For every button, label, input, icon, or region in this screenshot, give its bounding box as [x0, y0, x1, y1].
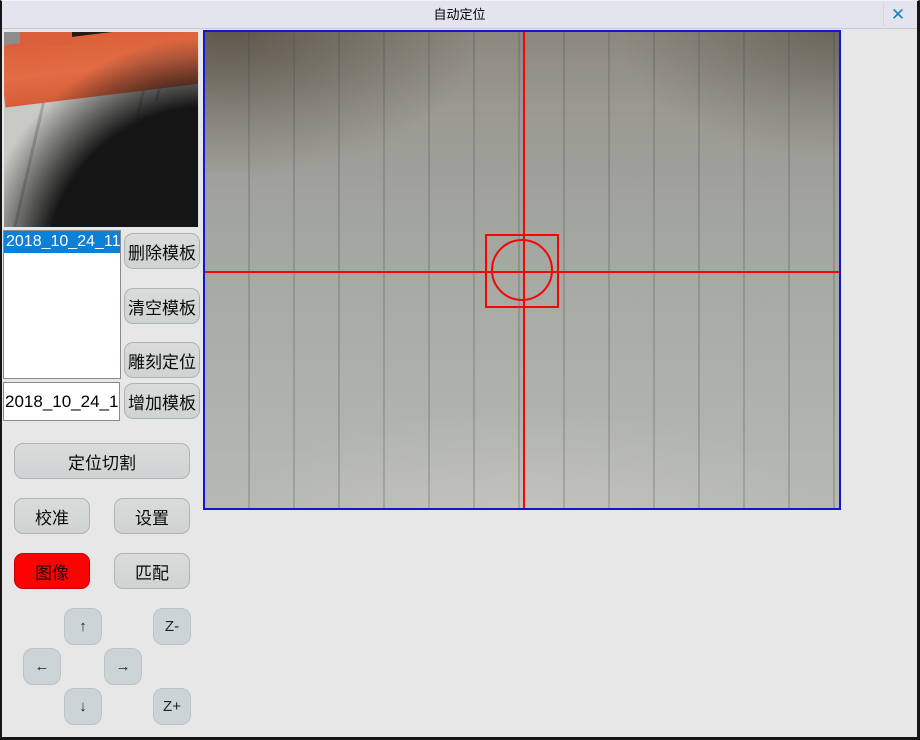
titlebar-divider	[883, 3, 884, 26]
z-plus-label: Z+	[163, 698, 181, 715]
camera-thumbnail	[4, 32, 199, 227]
z-plus-button[interactable]: Z+	[153, 688, 191, 725]
calibrate-button[interactable]: 校准	[14, 498, 90, 534]
match-region-circle	[491, 239, 553, 301]
titlebar: 自动定位 ✕	[2, 1, 917, 29]
arrow-up-icon: ↑	[79, 618, 87, 635]
close-button[interactable]: ✕	[885, 3, 911, 27]
jog-right-button[interactable]: →	[104, 648, 142, 685]
template-list[interactable]: 2018_10_24_11	[3, 230, 121, 379]
jog-down-button[interactable]: ↓	[64, 688, 102, 725]
clear-template-button[interactable]: 清空模板	[124, 288, 200, 324]
z-minus-button[interactable]: Z-	[153, 608, 191, 645]
jog-up-button[interactable]: ↑	[64, 608, 102, 645]
settings-button[interactable]: 设置	[114, 498, 190, 534]
delete-template-button[interactable]: 删除模板	[124, 233, 200, 269]
image-button[interactable]: 图像	[14, 553, 90, 589]
engrave-locate-button[interactable]: 雕刻定位	[124, 342, 200, 378]
window-title: 自动定位	[2, 1, 917, 29]
jog-left-button[interactable]: ←	[23, 648, 61, 685]
template-name-input[interactable]	[3, 382, 120, 421]
arrow-down-icon: ↓	[79, 698, 87, 715]
locate-cut-button[interactable]: 定位切割	[14, 443, 190, 479]
camera-view[interactable]	[203, 30, 841, 510]
thumbnail-dark-blob-decoration	[4, 32, 198, 227]
arrow-right-icon: →	[116, 658, 131, 675]
close-icon: ✕	[891, 5, 905, 24]
arrow-left-icon: ←	[35, 658, 50, 675]
auto-locate-dialog: 自动定位 ✕ 2018_10_24_11 删除模板 清空模板 雕刻定位 增加模板…	[0, 0, 920, 740]
add-template-button[interactable]: 增加模板	[124, 383, 200, 419]
z-minus-label: Z-	[165, 618, 179, 635]
match-button[interactable]: 匹配	[114, 553, 190, 589]
template-list-item[interactable]: 2018_10_24_11	[4, 231, 120, 253]
